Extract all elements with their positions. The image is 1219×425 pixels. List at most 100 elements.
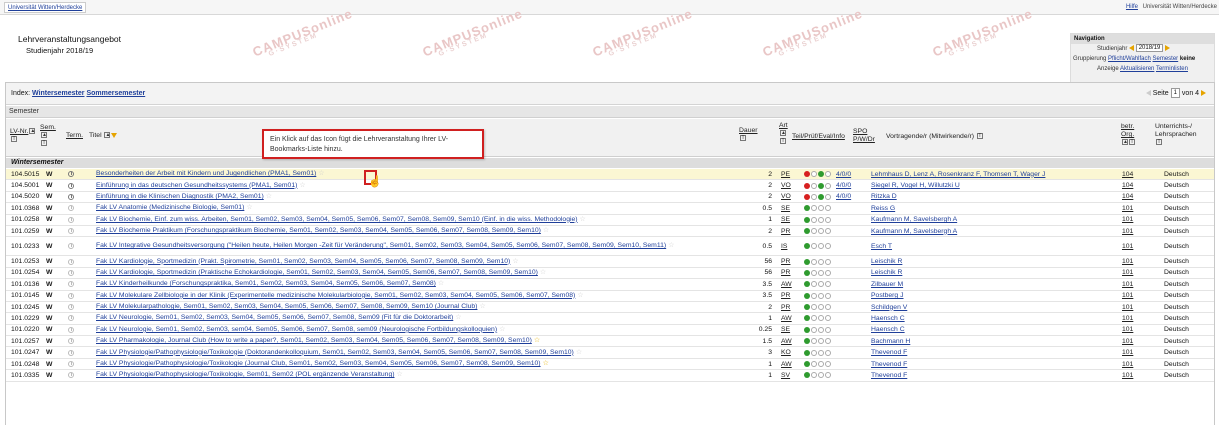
- bookmark-star-icon[interactable]: ☆: [299, 182, 305, 189]
- col-spo[interactable]: SPO P/W/Dr: [853, 128, 875, 144]
- course-title-link[interactable]: Fak LV Biochemie, Einf. zum wiss. Arbeit…: [96, 216, 578, 223]
- clock-icon[interactable]: [68, 361, 74, 368]
- term-cell[interactable]: [68, 169, 74, 179]
- term-cell[interactable]: [68, 192, 74, 202]
- bookmark-star-icon[interactable]: ☆: [577, 292, 583, 299]
- status-indicators[interactable]: [804, 256, 831, 266]
- status-indicators[interactable]: [804, 215, 831, 225]
- bookmark-star-icon[interactable]: ☆: [668, 242, 674, 249]
- next-page-arrow-icon[interactable]: [1201, 90, 1206, 96]
- bookmark-star-icon[interactable]: ☆: [499, 326, 505, 333]
- bookmark-star-icon[interactable]: ☆: [543, 360, 549, 367]
- course-title-link[interactable]: Fak LV Anatomie (Medizinische Biologie, …: [96, 204, 244, 211]
- clock-icon[interactable]: [68, 304, 74, 311]
- page-select[interactable]: 1: [1170, 88, 1180, 98]
- bookmark-star-icon[interactable]: ☆: [534, 337, 540, 344]
- bookmark-star-icon[interactable]: ☆: [438, 280, 444, 287]
- clock-icon[interactable]: [68, 193, 74, 200]
- course-title-link[interactable]: Fak LV Physiologie/Pathophysiologie/Toxi…: [96, 349, 574, 356]
- course-title-link[interactable]: Einführung in das deutschen Gesundheitss…: [96, 182, 297, 189]
- term-cell[interactable]: [68, 347, 74, 357]
- bookmark-star-icon[interactable]: ☆: [266, 193, 272, 200]
- status-indicators[interactable]: [804, 180, 831, 190]
- course-title-link[interactable]: Fak LV Neurologie, Sem01, Sem02, Sem03, …: [96, 326, 497, 333]
- status-indicators[interactable]: [804, 169, 831, 179]
- status-indicators[interactable]: [804, 268, 831, 278]
- course-title-link[interactable]: Fak LV Kardiologie, Sportmedizin (Prakt.…: [96, 258, 510, 265]
- bookmark-star-icon[interactable]: ☆: [540, 269, 546, 276]
- prev-year-arrow-icon[interactable]: [1129, 45, 1135, 52]
- terminlisten-link[interactable]: Terminlisten: [1156, 66, 1188, 72]
- course-title-link[interactable]: Fak LV Integrative Gesundheitsversorgung…: [96, 242, 666, 249]
- term-cell[interactable]: [68, 336, 74, 346]
- col-lvnr[interactable]: LV-Nr. ▲ T: [10, 128, 36, 144]
- clock-icon[interactable]: [68, 269, 74, 276]
- bookmark-star-icon[interactable]: ☆: [479, 303, 485, 310]
- next-year-arrow-icon[interactable]: [1165, 45, 1171, 52]
- status-indicators[interactable]: [804, 226, 831, 236]
- bookmark-star-icon[interactable]: ☆: [580, 216, 586, 223]
- prev-page-arrow-icon[interactable]: [1145, 90, 1151, 96]
- status-indicators[interactable]: [804, 203, 831, 213]
- clock-icon[interactable]: [68, 338, 74, 345]
- col-sem[interactable]: Sem. ▲ T: [40, 124, 56, 148]
- studienjahr-select[interactable]: 2018/19: [1135, 44, 1164, 53]
- term-cell[interactable]: [68, 291, 74, 301]
- course-title-link[interactable]: Fak LV Biochemie Praktikum (Forschungspr…: [96, 227, 541, 234]
- clock-icon[interactable]: [68, 205, 74, 212]
- clock-icon[interactable]: [68, 243, 74, 250]
- index-wintersemester-link[interactable]: Wintersemester: [32, 90, 84, 97]
- term-cell[interactable]: [68, 215, 74, 225]
- course-title-link[interactable]: Fak LV Physiologie/Pathophysiologie/Toxi…: [96, 371, 395, 378]
- course-title-link[interactable]: Fak LV Kinderheilkunde (Forschungsprakti…: [96, 280, 436, 287]
- course-title-link[interactable]: Besonderheiten der Arbeit mit Kindern un…: [96, 170, 316, 177]
- col-term[interactable]: Term.: [66, 132, 83, 140]
- status-indicators[interactable]: [804, 325, 831, 335]
- col-dauer[interactable]: Dauer T: [739, 127, 758, 143]
- status-indicators[interactable]: [804, 347, 831, 357]
- bookmark-star-icon[interactable]: ☆: [512, 258, 518, 265]
- bookmark-star-icon[interactable]: ☆: [397, 371, 403, 378]
- clock-icon[interactable]: [68, 258, 74, 265]
- bookmark-star-icon[interactable]: ☆: [576, 349, 582, 356]
- term-cell[interactable]: [68, 268, 74, 278]
- status-indicators[interactable]: [804, 336, 831, 346]
- col-art[interactable]: Art ▲ T: [779, 122, 788, 146]
- course-title-link[interactable]: Fak LV Neurologie, Sem01, Sem02, Sem03, …: [96, 314, 453, 321]
- clock-icon[interactable]: [68, 315, 74, 322]
- status-indicators[interactable]: [804, 370, 831, 380]
- help-link[interactable]: Hilfe: [1126, 4, 1138, 10]
- aktualisieren-link[interactable]: Aktualisieren: [1120, 66, 1154, 72]
- clock-icon[interactable]: [68, 372, 74, 379]
- course-title-link[interactable]: Fak LV Physiologie/Pathophysiologie/Toxi…: [96, 360, 541, 367]
- term-cell[interactable]: [68, 359, 74, 369]
- col-teil-pruef-eval-info[interactable]: Teil/Prüf/Eval/Info: [792, 133, 845, 141]
- term-cell[interactable]: [68, 256, 74, 266]
- clock-icon[interactable]: [68, 326, 74, 333]
- term-cell[interactable]: [68, 370, 74, 380]
- clock-icon[interactable]: [68, 281, 74, 288]
- term-cell[interactable]: [68, 237, 74, 255]
- col-titel[interactable]: Titel ▲: [89, 132, 118, 140]
- bookmark-star-icon[interactable]: ☆: [246, 204, 252, 211]
- university-tab[interactable]: Universität Witten/Herdecke: [4, 2, 87, 13]
- status-indicators[interactable]: [804, 302, 831, 312]
- clock-icon[interactable]: [68, 171, 74, 178]
- gruppierung-semester-link[interactable]: Semester: [1153, 56, 1179, 62]
- status-indicators[interactable]: [804, 313, 831, 323]
- course-title-link[interactable]: Einführung in die Klinischen Diagnostik …: [96, 193, 264, 200]
- status-indicators[interactable]: [804, 291, 831, 301]
- status-indicators[interactable]: [804, 237, 831, 255]
- term-cell[interactable]: [68, 203, 74, 213]
- col-vortragende[interactable]: Vortragende/r (Mitwirkende/r) T: [886, 133, 983, 141]
- bookmark-star-icon[interactable]: ☆: [318, 170, 324, 177]
- clock-icon[interactable]: [68, 292, 74, 299]
- course-title-link[interactable]: Fak LV Molekularpathologie, Sem01, Sem02…: [96, 303, 477, 310]
- bookmark-star-icon[interactable]: ☆: [455, 314, 461, 321]
- term-cell[interactable]: [68, 279, 74, 289]
- term-cell[interactable]: [68, 313, 74, 323]
- course-title-link[interactable]: Fak LV Kardiologie, Sportmedizin (Prakti…: [96, 269, 538, 276]
- status-indicators[interactable]: [804, 192, 831, 202]
- status-indicators[interactable]: [804, 359, 831, 369]
- term-cell[interactable]: [68, 302, 74, 312]
